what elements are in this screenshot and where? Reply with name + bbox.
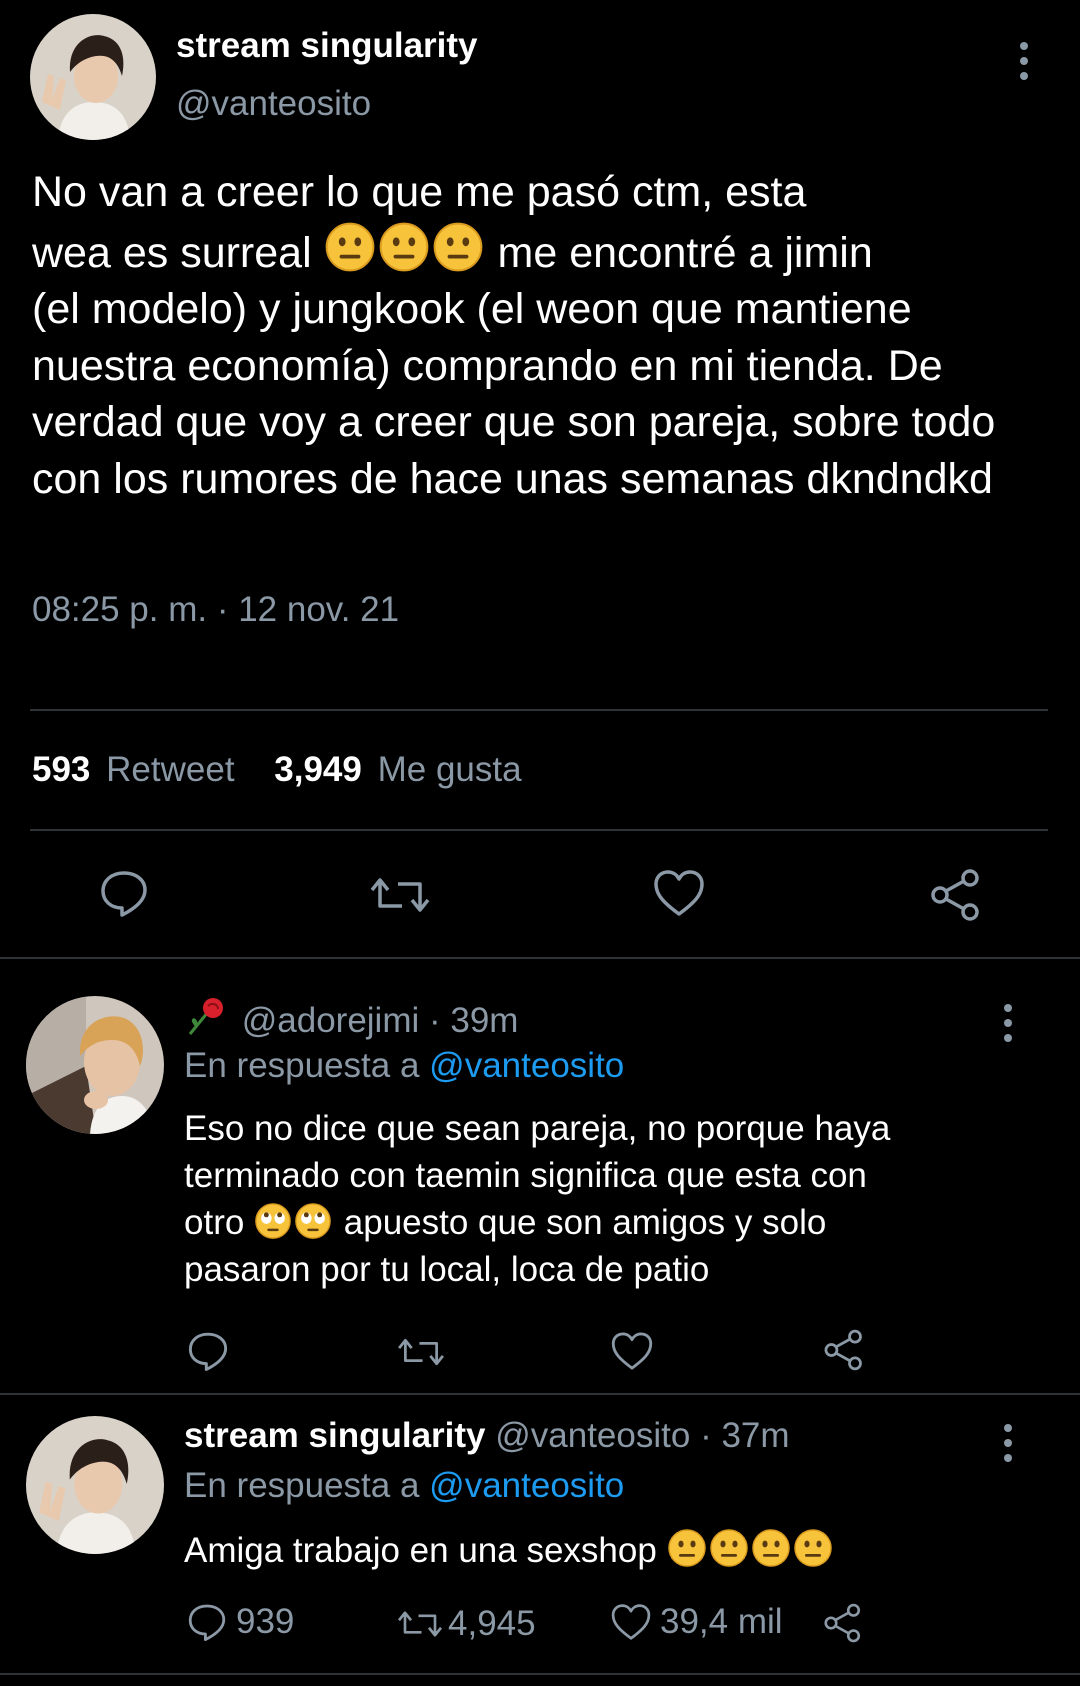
reply1-text: Eso no dice que sean pareja, no porque h… [184,1105,1064,1293]
main-tweet-handle[interactable]: @vanteosito [176,84,371,124]
reply1-text-line3a: otro [184,1203,245,1242]
like-icon[interactable] [652,868,706,918]
retweet-count[interactable]: 593 [32,750,90,789]
neutral-face-emoji [325,222,374,271]
main-tweet-text-line2a: wea es surreal [32,228,312,277]
reply2-reply-context: En respuesta a @vanteosito [184,1466,624,1506]
like-count: 39,4 mil [660,1602,783,1641]
main-tweet-timestamp[interactable]: 08:25 p. m. · 12 nov. 21 [32,590,399,630]
reply1-time[interactable]: · 39m [429,1001,518,1040]
reply2-retweet-action[interactable]: 4,945 [396,1604,536,1644]
reply1-text-line2: terminado con taemin significa que esta … [184,1156,867,1195]
like-label[interactable]: Me gusta [378,750,522,789]
reply2-handle[interactable]: @vanteosito [495,1416,690,1455]
like-icon[interactable] [610,1602,652,1642]
rolling-eyes-emoji [255,1203,291,1239]
divider [30,829,1048,831]
main-tweet-text-line2b: me encontré a jimin [497,228,873,277]
retweet-icon[interactable] [368,872,432,918]
reply1-avatar[interactable] [26,996,164,1134]
reply2-share-action[interactable] [822,1602,864,1644]
reply1-handle[interactable]: @adorejimi [242,1001,420,1040]
retweet-icon[interactable] [396,1606,444,1642]
share-icon[interactable] [928,868,984,922]
reply-context-label: En respuesta a [184,1046,420,1085]
reply2-text-content: Amiga trabajo en una sexshop [184,1531,657,1570]
reply1-text-line3: otro apuesto que son amigos y solo [184,1199,1064,1246]
divider [0,1393,1080,1395]
main-tweet-more-icon[interactable] [1018,42,1030,80]
reply2-display-name[interactable]: stream singularity [184,1416,486,1455]
neutral-face-emoji [793,1529,832,1567]
neutral-face-emoji-group [667,1529,835,1570]
reply1-like-icon[interactable] [610,1330,654,1372]
reply1-more-icon[interactable] [1002,1004,1014,1042]
reply2-actions: 939 4,945 39,4 mil [186,1602,1066,1652]
reply1-header: @adorejimi · 39m [184,996,518,1045]
main-tweet-avatar[interactable] [30,14,156,140]
reply1-reply-icon[interactable] [186,1330,230,1372]
reply-icon[interactable] [186,1602,228,1642]
main-tweet-stats: 593 Retweet 3,949 Me gusta [32,750,522,790]
main-tweet-display-name[interactable]: stream singularity [176,26,478,66]
reply2-text: Amiga trabajo en una sexshop [184,1528,835,1571]
neutral-face-emoji [433,222,482,271]
reply2-time[interactable]: · 37m [700,1416,789,1455]
reply-context-handle[interactable]: @vanteosito [429,1046,624,1085]
reply1-retweet-icon[interactable] [396,1333,446,1371]
reply2-more-icon[interactable] [1002,1424,1014,1462]
neutral-face-emoji [379,222,428,271]
like-count[interactable]: 3,949 [274,750,362,789]
rolling-eyes-emoji [295,1203,331,1239]
reply-context-label: En respuesta a [184,1466,420,1505]
main-tweet-text-line1: No van a creer lo que me pasó ctm, esta [32,168,807,216]
reply2-avatar[interactable] [26,1416,164,1554]
retweet-count: 4,945 [448,1604,536,1643]
reply1-text-line1: Eso no dice que sean pareja, no porque h… [184,1109,891,1148]
neutral-face-emoji [709,1529,748,1567]
reply1-text-line3b: apuesto que son amigos y solo [343,1203,827,1242]
neutral-face-emoji-group [324,222,486,277]
rolling-eyes-emoji-group [254,1203,334,1242]
neutral-face-emoji [751,1529,790,1567]
reply2-header: stream singularity @vanteosito · 37m [184,1416,790,1456]
reply2-reply-action[interactable]: 939 [186,1602,294,1642]
reply2-like-action[interactable]: 39,4 mil [610,1602,783,1642]
main-tweet-text: No van a creer lo que me pasó ctm, esta … [32,164,1052,507]
retweet-label[interactable]: Retweet [106,750,234,789]
divider [30,709,1048,711]
neutral-face-emoji [667,1529,706,1567]
reply-context-handle[interactable]: @vanteosito [429,1466,624,1505]
main-tweet-text-rest: (el modelo) y jungkook (el weon que mant… [32,285,996,503]
share-icon[interactable] [822,1602,864,1644]
rose-icon [184,996,228,1045]
reply-icon[interactable] [98,868,150,918]
reply-count: 939 [236,1602,295,1641]
divider [0,957,1080,959]
reply1-reply-context: En respuesta a @vanteosito [184,1046,624,1086]
reply1-share-icon[interactable] [822,1328,866,1372]
reply1-text-line4: pasaron por tu local, loca de patio [184,1250,710,1289]
divider [0,1673,1080,1675]
main-tweet-text-line2: wea es surreal me encontré a jimin [32,221,1052,282]
